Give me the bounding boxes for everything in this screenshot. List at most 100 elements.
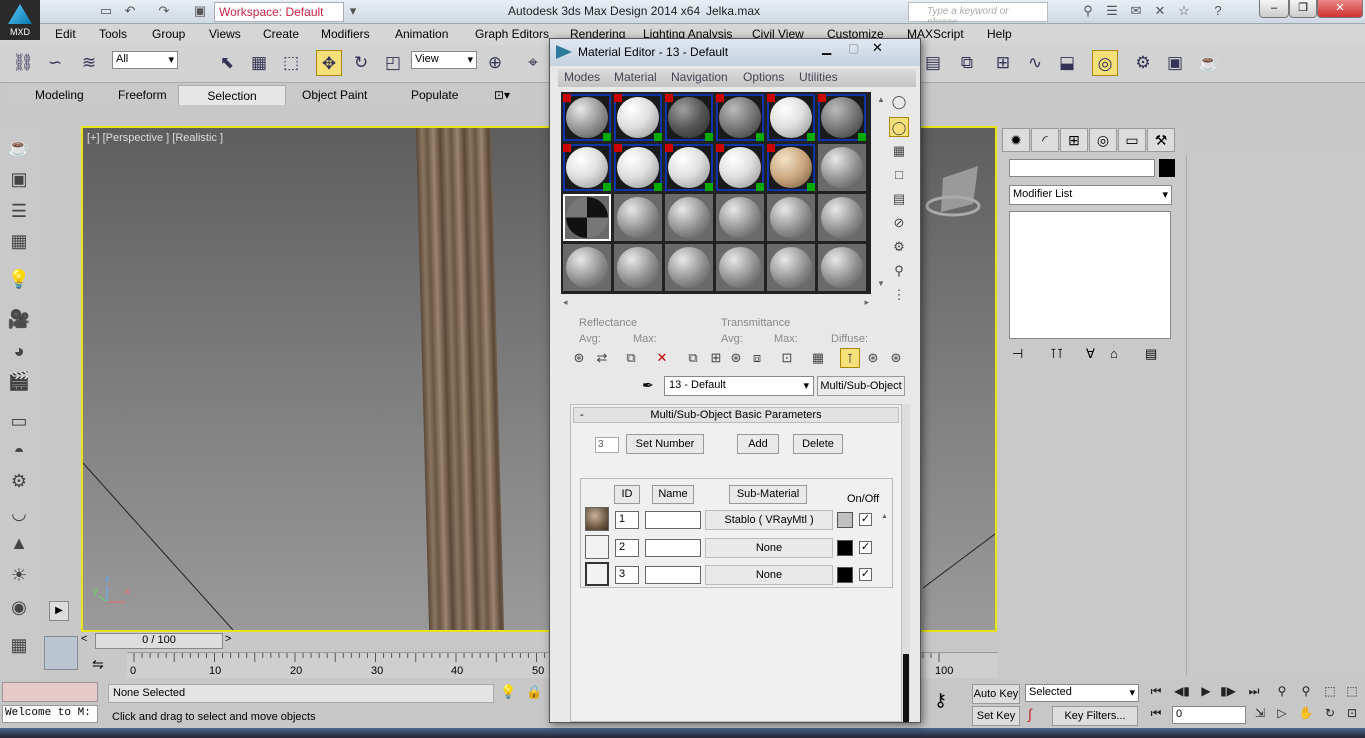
add-button[interactable]: Add [737,434,779,454]
sphere-cam-icon[interactable]: ◕ [6,338,32,364]
sub-material-on-checkbox[interactable]: ✓ [859,568,872,581]
slots-scroll-down-icon[interactable]: ▼ [877,279,885,288]
tangent-icon[interactable]: ∫ [1028,706,1032,722]
sample-slot[interactable] [716,244,764,291]
me-maximize-icon[interactable]: ▢ [848,41,859,55]
menu-views[interactable]: Views [209,27,241,41]
object-color-swatch[interactable] [1159,159,1175,177]
select-and-rotate-icon[interactable]: ↻ [348,50,374,76]
grid-icon[interactable]: ▦ [6,632,32,658]
go-to-parent-icon[interactable]: ⊺ [840,348,860,368]
motion-tab-icon[interactable]: ◎ [1089,128,1117,152]
me-menu-material[interactable]: Material [614,70,657,84]
sub-material-name-field[interactable] [645,511,701,529]
undo-icon[interactable]: ↶ [122,3,138,19]
me-minimize-icon[interactable]: ▁ [822,41,831,55]
utilities-tab-icon[interactable]: ⚒ [1147,128,1175,152]
me-menu-navigation[interactable]: Navigation [671,70,728,84]
select-by-material-icon[interactable]: ⚲ [889,261,909,281]
hold-icon[interactable]: ▣ [192,3,208,19]
light-icon[interactable]: 💡 [6,266,32,292]
favorites-icon[interactable]: ☆ [1176,3,1192,19]
object-name-field[interactable] [1009,159,1155,177]
restore-button[interactable]: ❐ [1289,0,1317,18]
me-menu-utilities[interactable]: Utilities [799,70,838,84]
current-frame-field[interactable]: 0 [1172,706,1246,724]
me-close-icon[interactable]: ✕ [872,40,883,56]
sub-material-button[interactable]: Stablo ( VRayMtl ) [705,510,833,530]
key-filters-button[interactable]: Key Filters... [1052,706,1138,726]
zoom-extents-all-icon[interactable]: ⬚ [1342,684,1362,702]
zoom-extents-icon[interactable]: ⬚ [1320,684,1340,702]
sample-slot[interactable] [818,244,866,291]
sample-slot-active[interactable] [563,194,611,241]
make-unique-icon[interactable]: ∀ [1086,346,1095,362]
filter-icon[interactable]: ⇋ [92,656,104,673]
display-tab-icon[interactable]: ▭ [1118,128,1146,152]
welcome-field[interactable]: Welcome to M: [2,705,98,723]
sub-material-color-swatch[interactable] [837,540,853,556]
sample-slot[interactable] [716,194,764,241]
search-input[interactable]: Type a keyword or phrase [908,2,1048,28]
go-to-start-icon[interactable]: ⏮ [1146,684,1166,702]
quick-access-dropdown-icon[interactable]: ▾ [345,3,361,19]
cone-icon[interactable]: ▲ [6,530,32,556]
sample-slot[interactable] [665,144,713,191]
menu-tools[interactable]: Tools [99,27,127,41]
time-slider[interactable]: 0 / 100 [95,633,223,649]
background-icon[interactable]: ▦ [889,141,909,161]
time-prev-icon[interactable]: < [81,633,93,649]
sample-slot[interactable] [614,244,662,291]
configure-modifier-sets-icon[interactable]: ▤ [1145,346,1157,362]
sun-icon[interactable]: ☀ [6,562,32,588]
sample-slot[interactable] [614,94,662,141]
number-of-materials-field[interactable]: 3 [595,437,619,453]
ribbon-options-icon[interactable]: ⊡▾ [484,85,520,105]
previous-frame-icon[interactable]: ◀▮ [1172,684,1192,702]
dope-sheet-icon[interactable]: ⬓ [1054,50,1080,76]
lock-icon[interactable]: 🔒 [526,684,542,700]
sub-material-id-field[interactable]: 2 [615,539,639,557]
sample-slot[interactable] [665,94,713,141]
sub-material-color-swatch[interactable] [837,567,853,583]
menu-edit[interactable]: Edit [55,27,76,41]
material-editor-scrollbar[interactable] [902,404,910,722]
eyedropper-icon[interactable]: ✒ [642,377,654,394]
go-forward-sibling-icon[interactable]: ⊛ [863,348,883,368]
communication-icon[interactable]: ✉ [1128,3,1144,19]
pick-material-from-object-icon[interactable]: ⊛ [886,348,906,368]
sample-slot[interactable] [818,144,866,191]
menu-modifiers[interactable]: Modifiers [321,27,370,41]
maxscript-listener-mini[interactable] [2,682,98,702]
go-to-end-icon[interactable]: ⏭ [1244,684,1264,702]
mini-curve-editor-button[interactable] [44,636,78,670]
selection-filter-dropdown[interactable]: All ▾ [112,51,178,69]
material-editor-icon[interactable]: ◎ [1092,50,1118,76]
exchange-icon[interactable]: ✕ [1152,3,1168,19]
col-sub-material-header[interactable]: Sub-Material [729,485,807,504]
menu-help[interactable]: Help [987,27,1012,41]
get-material-icon[interactable]: ⊛ [569,348,589,368]
sub-material-color-swatch[interactable] [837,512,853,528]
show-map-icon[interactable]: ⧈ [747,348,767,368]
material-id-icon[interactable]: ⊛ [726,348,746,368]
menu-graph-editors[interactable]: Graph Editors [475,27,549,41]
sample-slot[interactable] [818,194,866,241]
tab-selection[interactable]: Selection [178,85,286,105]
table-scroll-up-icon[interactable]: ▲ [881,513,888,520]
ribbon-toggle-icon[interactable]: ⧉ [954,50,980,76]
material-type-button[interactable]: Multi/Sub-Object [817,376,905,396]
orbit-icon[interactable]: ↻ [1320,706,1340,724]
key-mode-toggle-icon[interactable]: ⏮ [1146,706,1166,724]
sub-material-on-checkbox[interactable]: ✓ [859,513,872,526]
fov-icon[interactable]: ▷ [1272,706,1292,724]
time-next-icon[interactable]: > [225,633,237,649]
sample-slot[interactable] [563,94,611,141]
render-production-icon[interactable]: ☕ [1196,50,1222,76]
sample-uv-tiling-icon[interactable]: □ [889,165,909,185]
sub-material-id-field[interactable]: 3 [615,566,639,584]
gear-icon[interactable]: ⚙ [6,468,32,494]
isolate-icon[interactable]: 💡 [500,684,516,700]
sample-type-icon[interactable]: ◯ [889,92,909,112]
sample-slot[interactable] [665,244,713,291]
